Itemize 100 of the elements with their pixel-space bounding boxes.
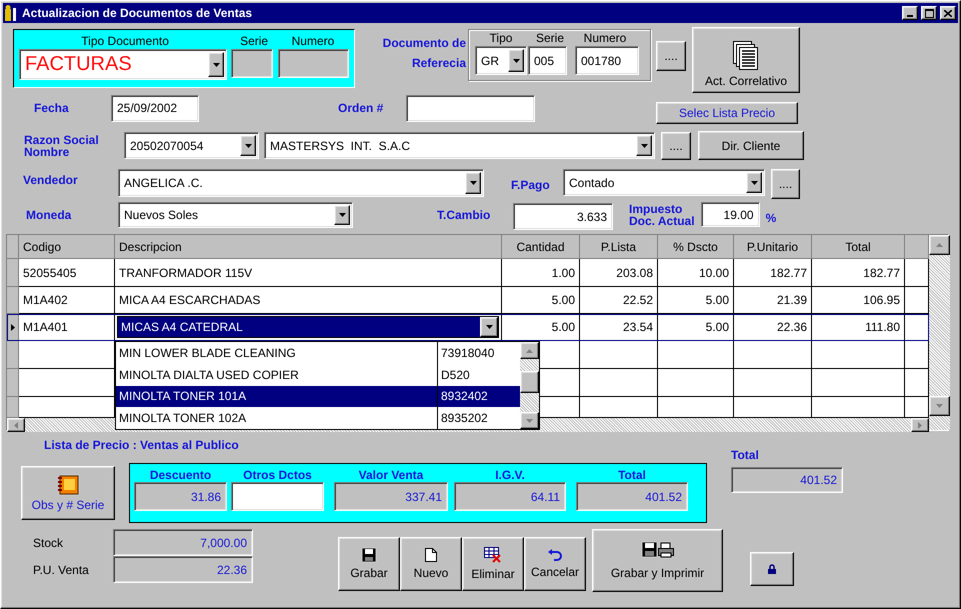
ruc-combo[interactable]: 20502070054: [124, 132, 259, 159]
field-label: Tipo Documento: [80, 34, 170, 48]
column-header[interactable]: Codigo: [19, 235, 115, 259]
browse-button[interactable]: ....: [661, 132, 691, 160]
field-label: Fecha: [34, 102, 70, 114]
percent-label: %: [766, 212, 776, 224]
field-label: Numero: [290, 34, 336, 48]
toolbar-button[interactable]: Cancelar: [524, 537, 586, 591]
column-header[interactable]: % Dscto: [658, 235, 734, 259]
serie-field[interactable]: [231, 49, 273, 78]
toolbar-button[interactable]: Eliminar: [462, 537, 524, 591]
seller-combo[interactable]: ANGELICA .C.: [118, 169, 484, 197]
stock-field: 7,000.00: [113, 529, 253, 556]
lock-button[interactable]: [750, 552, 794, 586]
currency-combo[interactable]: Nuevos Soles: [118, 202, 353, 228]
column-header[interactable]: Descripcion: [115, 235, 502, 259]
field-label: Referecia: [410, 57, 466, 69]
toolbar-button[interactable]: Nuevo: [400, 537, 462, 591]
caret-icon: [512, 58, 520, 62]
field-label: Moneda: [26, 208, 72, 220]
row-header[interactable]: [7, 314, 19, 341]
field-label: Vendedor: [23, 174, 79, 186]
notebook-icon: [57, 474, 79, 494]
payment-combo[interactable]: Contado: [563, 169, 765, 196]
table-cell: 5.00: [658, 287, 734, 314]
table-cell: MICA A4 ESCARCHADAS: [115, 287, 502, 314]
lock-icon: [768, 564, 776, 574]
vertical-scrollbar[interactable]: [929, 235, 950, 430]
table-cell: M1A402: [19, 287, 115, 314]
column-header[interactable]: P.Lista: [580, 235, 658, 259]
document-icon: [425, 548, 437, 562]
field-label: P.U. Venta: [33, 562, 90, 576]
numero-field[interactable]: [278, 49, 349, 78]
table-row[interactable]: M1A402 MICA A4 ESCARCHADAS 5.00 22.52 5.00 21.39 106.95: [7, 287, 929, 314]
floppy-printer-icon: [642, 542, 674, 558]
caret-icon: [470, 181, 476, 185]
column-header[interactable]: Cantidad: [502, 235, 580, 259]
field-label: Impuesto: [629, 202, 684, 214]
table-row[interactable]: M1A401 MICAS A4 CATEDRAL 5.00 23.54 5.00 22.36 111.80: [7, 314, 929, 341]
document-stack-icon: [733, 41, 759, 71]
date-field[interactable]: 25/09/2002: [111, 94, 199, 122]
field-label: Serie: [239, 34, 270, 48]
list-scrollbar[interactable]: [520, 342, 539, 429]
price-list-label: Lista de Precio : Ventas al Publico: [44, 439, 240, 451]
field-label: T.Cambio: [437, 208, 492, 220]
document-type-combo[interactable]: FACTURAS: [19, 49, 228, 80]
window-title: Actualizacion de Documentos de Ventas: [22, 6, 254, 20]
caret-icon: [750, 180, 758, 184]
unit-price-field: 22.36: [113, 556, 253, 583]
field-label: F.Pago: [511, 179, 551, 191]
caret-icon: [244, 144, 252, 148]
save-print-button[interactable]: Grabar y Imprimir: [592, 529, 723, 592]
amount-field: 31.86: [134, 482, 227, 511]
amount-field: 401.52: [576, 482, 688, 511]
up-arrow-icon: [936, 243, 943, 247]
correlative-button[interactable]: Act. Correlativo: [692, 27, 800, 93]
browse-button[interactable]: ....: [656, 41, 686, 71]
table-cell: 10.00: [658, 259, 734, 287]
table-cell: 182.77: [812, 259, 905, 287]
table-cell: 5.00: [502, 287, 580, 314]
field-label: Serie: [534, 31, 565, 45]
discount-input-field[interactable]: [231, 482, 324, 511]
column-header[interactable]: P.Unitario: [734, 235, 812, 259]
caret-icon: [486, 325, 492, 329]
delete-grid-icon: [484, 547, 502, 563]
order-field[interactable]: [406, 94, 535, 122]
row-pointer-icon: [10, 324, 14, 330]
description-combo[interactable]: MICAS A4 CATEDRAL: [117, 316, 499, 338]
table-cell: 1.00: [502, 259, 580, 287]
field-label: Razon Social: [24, 134, 100, 146]
field-label: Valor Venta: [358, 468, 424, 482]
client-name-combo[interactable]: MASTERSYS INT. S.A.C: [264, 132, 655, 159]
browse-button[interactable]: ....: [771, 169, 800, 199]
list-item[interactable]: MINOLTA TONER 101A 8932402: [116, 386, 520, 408]
table-row[interactable]: 52055405 TRANFORMADOR 115V 1.00 203.08 10.00 182.77 182.77: [7, 259, 929, 287]
reference-serie-field[interactable]: 005: [528, 46, 567, 75]
price-list-button[interactable]: Selec Lista Precio: [656, 102, 798, 124]
reference-numero-field[interactable]: 001780: [575, 46, 639, 75]
field-label: Stock: [33, 536, 64, 550]
toolbar-button[interactable]: Grabar: [338, 537, 400, 591]
field-label: Descuento: [148, 468, 212, 482]
tax-field[interactable]: 19.00: [700, 202, 760, 227]
client-address-button[interactable]: Dir. Cliente: [698, 131, 804, 160]
table-cell: 182.77: [734, 259, 812, 287]
exchange-rate-field[interactable]: 3.633: [513, 203, 613, 230]
table-cell: 203.08: [580, 259, 658, 287]
field-label: Total: [617, 468, 647, 482]
table-cell: 21.39: [734, 287, 812, 314]
minimize-button[interactable]: [902, 6, 918, 20]
field-label: Orden #: [338, 102, 384, 114]
up-arrow-icon: [526, 348, 533, 352]
caret-icon: [640, 144, 648, 148]
column-header[interactable]: Total: [812, 235, 905, 259]
reference-type-combo[interactable]: GR: [475, 46, 527, 75]
maximize-button[interactable]: [921, 6, 937, 20]
caret-icon: [338, 212, 346, 216]
observations-button[interactable]: Obs y # Serie: [21, 466, 115, 520]
table-cell: TRANFORMADOR 115V: [115, 259, 502, 287]
down-arrow-icon: [526, 418, 533, 422]
close-button[interactable]: [940, 6, 956, 20]
